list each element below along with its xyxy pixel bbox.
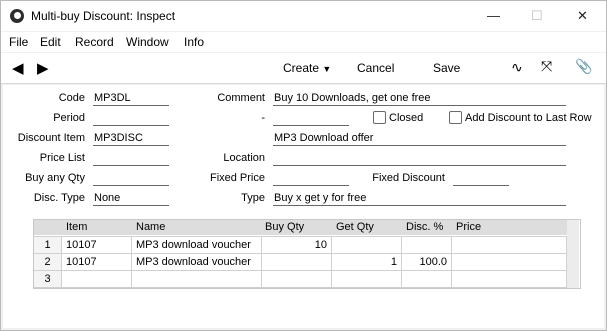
add-discount-label: Add Discount to Last Row bbox=[465, 112, 592, 124]
price-cell[interactable] bbox=[452, 271, 567, 287]
fixed-price-label: Fixed Price bbox=[209, 172, 265, 184]
get-qty-cell[interactable]: 1 bbox=[332, 254, 402, 270]
menu-info[interactable]: Info bbox=[184, 35, 204, 49]
get-qty-cell[interactable] bbox=[332, 237, 402, 253]
disc-pct-cell[interactable] bbox=[402, 237, 452, 253]
price-list-label: Price List bbox=[39, 152, 85, 164]
fixed-price-field[interactable] bbox=[273, 171, 349, 186]
rows-grid: Item Name Buy Qty Get Qty Disc. % Price … bbox=[33, 219, 581, 289]
toolbar: ◀ ▶ Create ▼ Cancel Save ∿ ⤧ 📎 bbox=[1, 53, 606, 84]
next-record-icon[interactable]: ▶ bbox=[37, 59, 49, 77]
column-header-name: Name bbox=[136, 221, 166, 233]
comment-label: Comment bbox=[217, 92, 265, 104]
location-label: Location bbox=[223, 152, 265, 164]
previous-record-icon[interactable]: ◀ bbox=[12, 59, 24, 77]
period-start-field[interactable] bbox=[93, 111, 169, 126]
type-label: Type bbox=[241, 192, 265, 204]
comment-field[interactable]: Buy 10 Downloads, get one free bbox=[273, 91, 566, 106]
grid-scrollbar[interactable] bbox=[567, 220, 579, 288]
menu-window[interactable]: Window bbox=[126, 35, 169, 49]
disc-pct-cell[interactable]: 100.0 bbox=[402, 254, 452, 270]
item-cell[interactable] bbox=[62, 271, 132, 287]
create-button-label: Create bbox=[283, 61, 320, 75]
price-cell[interactable] bbox=[452, 237, 567, 253]
name-cell[interactable]: MP3 download voucher bbox=[132, 254, 262, 270]
save-button[interactable]: Save bbox=[433, 61, 460, 75]
attachment-icon[interactable]: 📎 bbox=[575, 58, 592, 75]
table-row[interactable]: 1 10107 MP3 download voucher 10 bbox=[34, 236, 567, 253]
activity-icon[interactable]: ∿ bbox=[511, 59, 523, 76]
column-header-price: Price bbox=[456, 221, 482, 233]
menu-record[interactable]: Record bbox=[75, 35, 114, 49]
buy-any-qty-label: Buy any Qty bbox=[25, 172, 85, 184]
row-number: 2 bbox=[34, 254, 62, 270]
add-discount-checkbox[interactable] bbox=[449, 111, 462, 124]
app-icon bbox=[10, 9, 24, 23]
period-end-field[interactable] bbox=[273, 111, 349, 126]
code-field[interactable]: MP3DL bbox=[93, 91, 169, 106]
price-cell[interactable] bbox=[452, 254, 567, 270]
column-header-disc-pct: Disc. % bbox=[406, 221, 444, 233]
closed-checkbox[interactable] bbox=[373, 111, 386, 124]
period-label: Period bbox=[53, 112, 85, 124]
column-header-item: Item bbox=[66, 221, 88, 233]
name-cell[interactable]: MP3 download voucher bbox=[132, 237, 262, 253]
fixed-discount-field[interactable] bbox=[453, 171, 509, 186]
period-dash: - bbox=[261, 112, 265, 124]
item-cell[interactable]: 10107 bbox=[62, 237, 132, 253]
buy-qty-cell[interactable]: 10 bbox=[262, 237, 332, 253]
row-number: 1 bbox=[34, 237, 62, 253]
table-row[interactable]: 2 10107 MP3 download voucher 1 100.0 bbox=[34, 253, 567, 270]
location-field[interactable] bbox=[273, 151, 566, 166]
discount-item-description[interactable]: MP3 Download offer bbox=[273, 131, 566, 146]
disc-type-field[interactable]: None bbox=[93, 191, 169, 206]
fixed-discount-label: Fixed Discount bbox=[372, 172, 445, 184]
title-bar: Multi-buy Discount: Inspect — ☐ ✕ bbox=[1, 1, 606, 31]
minimize-icon[interactable]: — bbox=[487, 8, 500, 23]
disc-pct-cell[interactable] bbox=[402, 271, 452, 287]
disc-type-label: Disc. Type bbox=[33, 192, 85, 204]
menu-edit[interactable]: Edit bbox=[40, 35, 61, 49]
closed-label: Closed bbox=[389, 112, 424, 124]
discount-item-label: Discount Item bbox=[17, 132, 85, 144]
code-label: Code bbox=[58, 92, 85, 104]
buy-any-qty-field[interactable] bbox=[93, 171, 169, 186]
record-form: Code MP3DL Comment Buy 10 Downloads, get… bbox=[3, 85, 604, 328]
window: Multi-buy Discount: Inspect — ☐ ✕ File E… bbox=[0, 0, 607, 331]
menu-file[interactable]: File bbox=[9, 35, 28, 49]
grid-header: Item Name Buy Qty Get Qty Disc. % Price bbox=[34, 220, 567, 235]
discount-item-field[interactable]: MP3DISC bbox=[93, 131, 169, 146]
get-qty-cell[interactable] bbox=[332, 271, 402, 287]
window-title: Multi-buy Discount: Inspect bbox=[31, 9, 176, 23]
row-number: 3 bbox=[34, 271, 62, 287]
table-row[interactable]: 3 bbox=[34, 270, 567, 288]
chevron-down-icon: ▼ bbox=[322, 64, 332, 74]
column-header-buy-qty: Buy Qty bbox=[265, 221, 305, 233]
menu-bar: File Edit Record Window Info bbox=[1, 32, 606, 52]
create-button[interactable]: Create ▼ bbox=[283, 61, 331, 75]
type-field[interactable]: Buy x get y for free bbox=[273, 191, 566, 206]
name-cell[interactable] bbox=[132, 271, 262, 287]
maximize-icon[interactable]: ☐ bbox=[531, 8, 543, 24]
buy-qty-cell[interactable] bbox=[262, 254, 332, 270]
buy-qty-cell[interactable] bbox=[262, 271, 332, 287]
close-icon[interactable]: ✕ bbox=[577, 8, 588, 24]
item-cell[interactable]: 10107 bbox=[62, 254, 132, 270]
cancel-button[interactable]: Cancel bbox=[357, 61, 394, 75]
price-list-field[interactable] bbox=[93, 151, 169, 166]
expand-icon[interactable]: ⤧ bbox=[541, 58, 552, 75]
column-header-get-qty: Get Qty bbox=[336, 221, 374, 233]
